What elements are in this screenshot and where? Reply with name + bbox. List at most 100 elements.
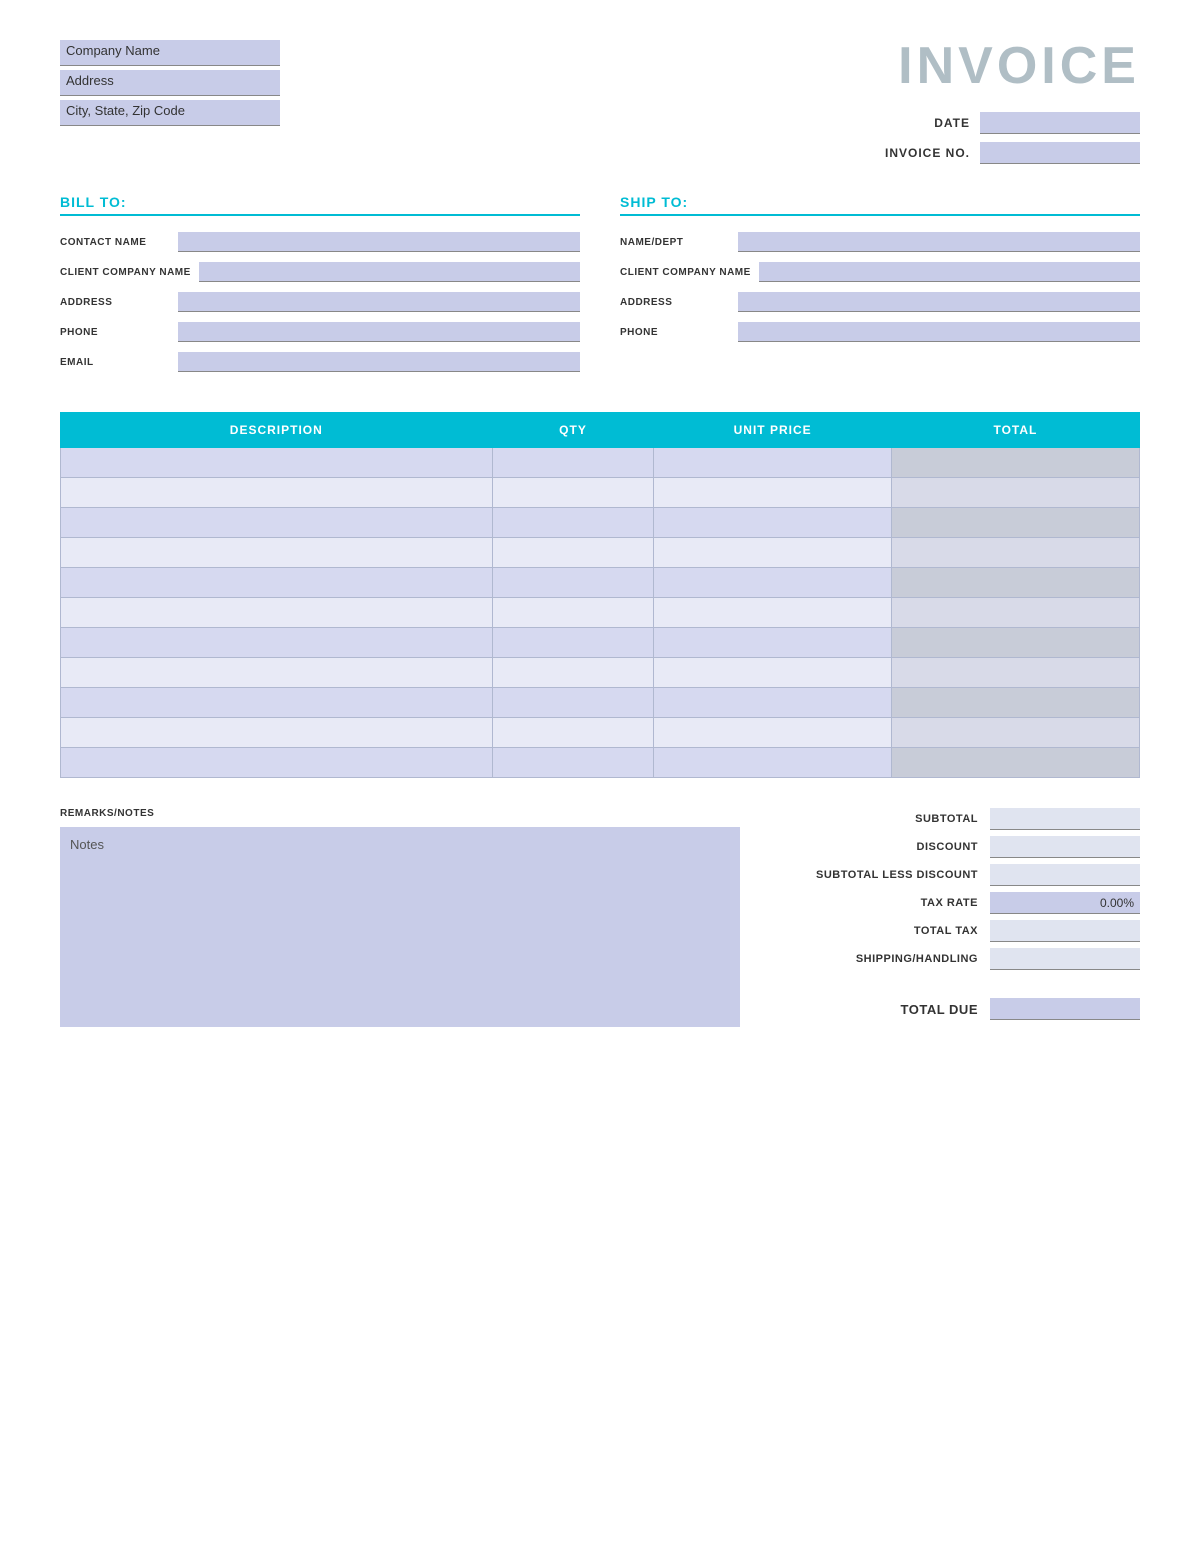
table-cell-qty[interactable] [492, 628, 654, 658]
table-cell-qty[interactable] [492, 658, 654, 688]
bottom-section: REMARKS/NOTES Notes SUBTOTAL DISCOUNT SU… [60, 808, 1140, 1027]
ship-company-field[interactable] [759, 262, 1140, 282]
table-cell-unit-price[interactable] [654, 478, 891, 508]
date-field[interactable] [980, 112, 1140, 134]
bill-phone-field[interactable] [178, 322, 580, 342]
total-tax-field[interactable] [990, 920, 1140, 942]
bill-company-field[interactable] [199, 262, 580, 282]
table-cell-desc[interactable] [61, 598, 493, 628]
ship-company-label: CLIENT COMPANY NAME [620, 267, 751, 278]
ship-name-dept-row: NAME/DEPT [620, 232, 1140, 252]
table-cell-qty[interactable] [492, 538, 654, 568]
table-cell-total[interactable] [891, 688, 1139, 718]
table-cell-qty[interactable] [492, 718, 654, 748]
invoice-title: INVOICE [880, 40, 1140, 92]
ship-name-dept-label: NAME/DEPT [620, 237, 730, 248]
bill-address-label: ADDRESS [60, 297, 170, 308]
table-cell-unit-price[interactable] [654, 718, 891, 748]
table-cell-qty[interactable] [492, 508, 654, 538]
subtotal-less-discount-label: SUBTOTAL LESS DISCOUNT [798, 869, 978, 881]
table-cell-unit-price[interactable] [654, 748, 891, 778]
invoice-no-label: INVOICE NO. [880, 146, 970, 160]
ship-phone-field[interactable] [738, 322, 1140, 342]
discount-row: DISCOUNT [780, 836, 1140, 858]
table-cell-unit-price[interactable] [654, 508, 891, 538]
bill-address-row: ADDRESS [60, 292, 580, 312]
invoice-right: INVOICE DATE INVOICE NO. [880, 40, 1140, 164]
table-cell-desc[interactable] [61, 688, 493, 718]
notes-box[interactable]: Notes [60, 827, 740, 1027]
table-cell-unit-price[interactable] [654, 658, 891, 688]
table-cell-qty[interactable] [492, 448, 654, 478]
tax-rate-label: TAX RATE [798, 897, 978, 909]
table-cell-total[interactable] [891, 478, 1139, 508]
table-cell-total[interactable] [891, 568, 1139, 598]
table-cell-desc[interactable] [61, 658, 493, 688]
subtotal-less-discount-field[interactable] [990, 864, 1140, 886]
discount-field[interactable] [990, 836, 1140, 858]
date-row: DATE [880, 112, 1140, 134]
table-cell-unit-price[interactable] [654, 598, 891, 628]
bill-contact-field[interactable] [178, 232, 580, 252]
table-cell-unit-price[interactable] [654, 448, 891, 478]
table-row [61, 628, 1140, 658]
table-cell-total[interactable] [891, 538, 1139, 568]
bill-company-row: CLIENT COMPANY NAME [60, 262, 580, 282]
col-header-unit-price: UNIT PRICE [654, 413, 891, 448]
table-cell-desc[interactable] [61, 628, 493, 658]
table-cell-desc[interactable] [61, 718, 493, 748]
discount-label: DISCOUNT [798, 841, 978, 853]
table-cell-total[interactable] [891, 448, 1139, 478]
table-cell-total[interactable] [891, 748, 1139, 778]
invoice-table: DESCRIPTION QTY UNIT PRICE TOTAL [60, 412, 1140, 778]
table-cell-total[interactable] [891, 718, 1139, 748]
invoice-meta: DATE INVOICE NO. [880, 112, 1140, 164]
table-cell-desc[interactable] [61, 568, 493, 598]
table-row [61, 448, 1140, 478]
shipping-field[interactable] [990, 948, 1140, 970]
table-cell-desc[interactable] [61, 538, 493, 568]
table-cell-desc[interactable] [61, 478, 493, 508]
total-due-field[interactable] [990, 998, 1140, 1020]
table-row [61, 718, 1140, 748]
total-due-label: TOTAL DUE [798, 1002, 978, 1017]
table-cell-unit-price[interactable] [654, 628, 891, 658]
ship-name-dept-field[interactable] [738, 232, 1140, 252]
company-name-field[interactable]: Company Name [60, 40, 280, 66]
table-cell-qty[interactable] [492, 598, 654, 628]
ship-address-field[interactable] [738, 292, 1140, 312]
date-label: DATE [880, 116, 970, 130]
bill-email-label: EMAIL [60, 357, 170, 368]
table-cell-desc[interactable] [61, 508, 493, 538]
table-cell-desc[interactable] [61, 448, 493, 478]
table-cell-unit-price[interactable] [654, 688, 891, 718]
header-section: Company Name Address City, State, Zip Co… [60, 40, 1140, 164]
bill-email-field[interactable] [178, 352, 580, 372]
subtotal-less-discount-row: SUBTOTAL LESS DISCOUNT [780, 864, 1140, 886]
col-header-qty: QTY [492, 413, 654, 448]
table-cell-total[interactable] [891, 508, 1139, 538]
bill-ship-section: BILL TO: CONTACT NAME CLIENT COMPANY NAM… [60, 194, 1140, 382]
table-cell-qty[interactable] [492, 748, 654, 778]
company-info: Company Name Address City, State, Zip Co… [60, 40, 280, 126]
ship-company-row: CLIENT COMPANY NAME [620, 262, 1140, 282]
table-cell-unit-price[interactable] [654, 538, 891, 568]
tax-rate-field[interactable]: 0.00% [990, 892, 1140, 914]
table-cell-total[interactable] [891, 628, 1139, 658]
bill-address-field[interactable] [178, 292, 580, 312]
city-state-zip-field[interactable]: City, State, Zip Code [60, 100, 280, 126]
address-field[interactable]: Address [60, 70, 280, 96]
bill-contact-label: CONTACT NAME [60, 237, 170, 248]
table-cell-qty[interactable] [492, 568, 654, 598]
subtotal-field[interactable] [990, 808, 1140, 830]
table-cell-qty[interactable] [492, 478, 654, 508]
invoice-no-field[interactable] [980, 142, 1140, 164]
table-cell-desc[interactable] [61, 748, 493, 778]
table-row [61, 598, 1140, 628]
table-cell-total[interactable] [891, 658, 1139, 688]
table-cell-unit-price[interactable] [654, 568, 891, 598]
table-cell-qty[interactable] [492, 688, 654, 718]
table-row [61, 508, 1140, 538]
bill-email-row: EMAIL [60, 352, 580, 372]
table-cell-total[interactable] [891, 598, 1139, 628]
